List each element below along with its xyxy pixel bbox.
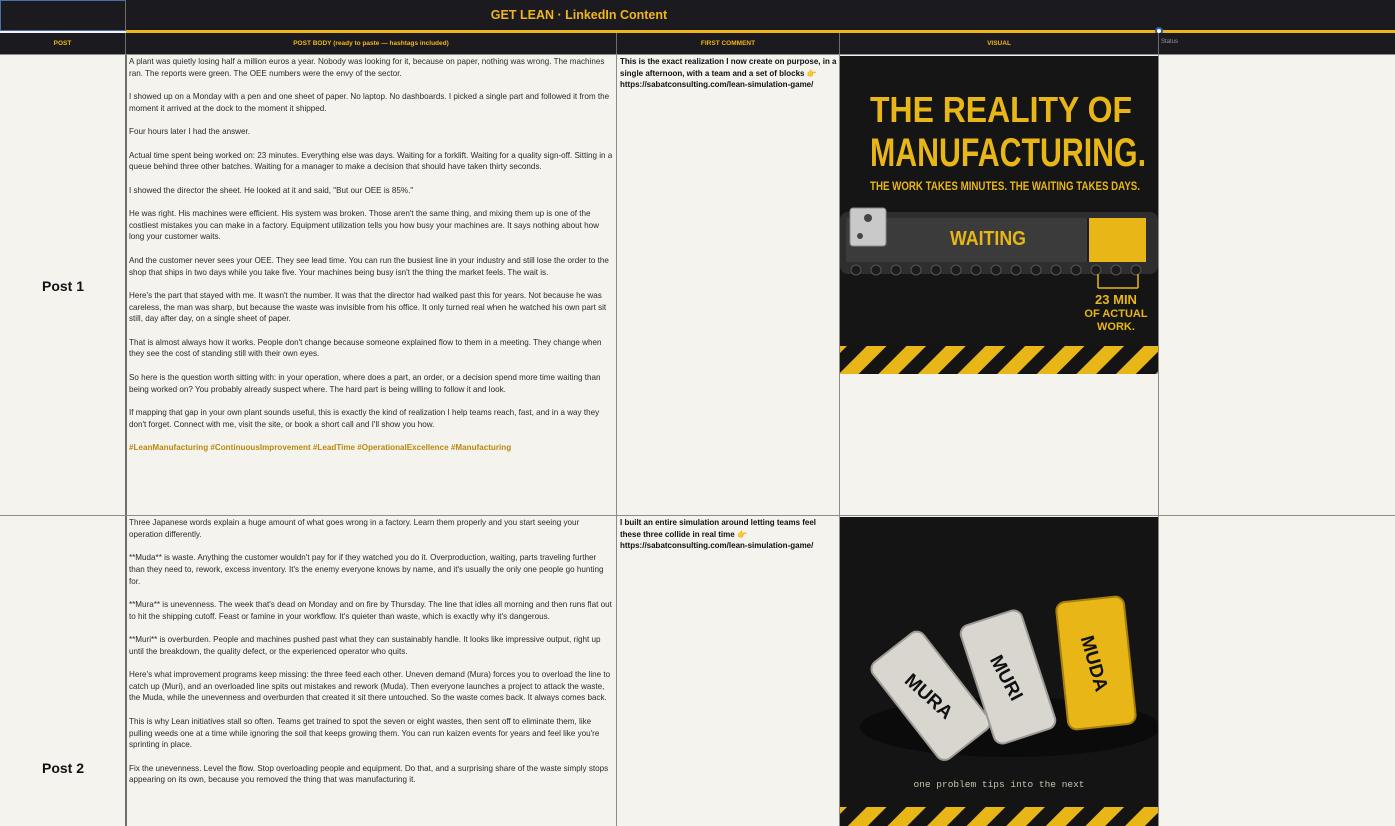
- grid-line: [125, 54, 127, 826]
- header-first-comment[interactable]: FIRST COMMENT: [617, 33, 840, 54]
- headline-line-1: THE REALITY OF: [870, 89, 1132, 130]
- body-paragraph: Actual time spent being worked on: 23 mi…: [129, 150, 613, 172]
- grid-line: [1158, 54, 1159, 826]
- grid-line: [0, 515, 1395, 516]
- body-paragraph: A plant was quietly losing half a millio…: [129, 57, 605, 78]
- selected-cell-a1[interactable]: [0, 0, 126, 31]
- header-post[interactable]: POST: [0, 33, 126, 54]
- reality-of-manufacturing-graphic: THE REALITY OF MANUFACTURING. THE WORK T…: [840, 56, 1158, 374]
- body-paragraph: This is why Lean initiatives stall so of…: [129, 716, 600, 750]
- body-paragraph: That is almost always how it works. Peop…: [129, 337, 602, 359]
- body-paragraph: If mapping that gap in your own plant so…: [129, 407, 600, 429]
- header-row: POST POST BODY (ready to paste — hashtag…: [0, 33, 1395, 54]
- header-post-body[interactable]: POST BODY (ready to paste — hashtags inc…: [126, 33, 617, 54]
- note-line-1: 23 MIN: [1095, 292, 1137, 307]
- note-line-2: OF ACTUAL: [1084, 308, 1147, 320]
- post-1-first-comment[interactable]: This is the exact realization I now crea…: [620, 56, 838, 91]
- comment-text: This is the exact realization I now crea…: [620, 57, 837, 78]
- sheet-title: GET LEAN · LinkedIn Content: [490, 8, 668, 22]
- headline-line-2: MANUFACTURING.: [870, 131, 1146, 175]
- body-paragraph: So here is the question worth sitting wi…: [129, 372, 601, 394]
- grid-line: [616, 54, 617, 826]
- post-2-body[interactable]: Three Japanese words explain a huge amou…: [129, 517, 614, 826]
- header-status[interactable]: Status: [1161, 39, 1178, 45]
- belt-label: WAITING: [950, 228, 1026, 250]
- post-2-first-comment[interactable]: I built an entire simulation around lett…: [620, 517, 838, 552]
- comment-url[interactable]: https://sabatconsulting.com/lean-simulat…: [620, 541, 813, 550]
- post-1-visual-image[interactable]: THE REALITY OF MANUFACTURING. THE WORK T…: [840, 56, 1158, 374]
- headline-subline: THE WORK TAKES MINUTES. THE WAITING TAKE…: [870, 181, 1140, 193]
- body-paragraph: Three Japanese words explain a huge amou…: [129, 518, 580, 539]
- body-paragraph: I showed the director the sheet. He look…: [129, 185, 414, 195]
- header-visual[interactable]: VISUAL: [840, 33, 1159, 54]
- pointing-hand-icon: 👉: [736, 529, 747, 539]
- body-paragraph: And the customer never sees your OEE. Th…: [129, 255, 609, 277]
- post-1-label[interactable]: Post 1: [0, 278, 126, 294]
- grid-line: [0, 54, 1395, 55]
- post-1-hashtags: #LeanManufacturing #ContinuousImprovemen…: [129, 443, 512, 453]
- post-2-visual-image[interactable]: MURA MURI MUDA one problem tips into the…: [840, 517, 1158, 826]
- body-paragraph: **Muri** is overburden. People and machi…: [129, 634, 601, 656]
- mura-muri-muda-graphic: MURA MURI MUDA one problem tips into the…: [840, 517, 1158, 826]
- comment-url[interactable]: https://sabatconsulting.com/lean-simulat…: [620, 80, 813, 89]
- body-paragraph: I showed up on a Monday with a pen and o…: [129, 92, 610, 113]
- post-1-body[interactable]: A plant was quietly losing half a millio…: [129, 56, 614, 512]
- body-paragraph: He was right. His machines were efficien…: [129, 209, 599, 242]
- body-paragraph: Fix the unevenness. Level the flow. Stop…: [129, 763, 609, 785]
- post-2-label[interactable]: Post 2: [0, 760, 126, 776]
- comment-text: I built an entire simulation around lett…: [620, 518, 817, 539]
- visual-caption: one problem tips into the next: [913, 779, 1084, 790]
- pointing-hand-icon: 👉: [806, 68, 817, 78]
- note-line-3: WORK.: [1097, 321, 1135, 333]
- body-paragraph: Here's the part that stayed with me. It …: [129, 290, 607, 324]
- body-paragraph: Four hours later I had the answer.: [129, 127, 251, 137]
- body-paragraph: Here's what improvement programs keep mi…: [129, 670, 611, 703]
- body-paragraph: **Mura** is unevenness. The week that's …: [129, 599, 612, 621]
- body-paragraph: **Muda** is waste. Anything the customer…: [129, 553, 604, 586]
